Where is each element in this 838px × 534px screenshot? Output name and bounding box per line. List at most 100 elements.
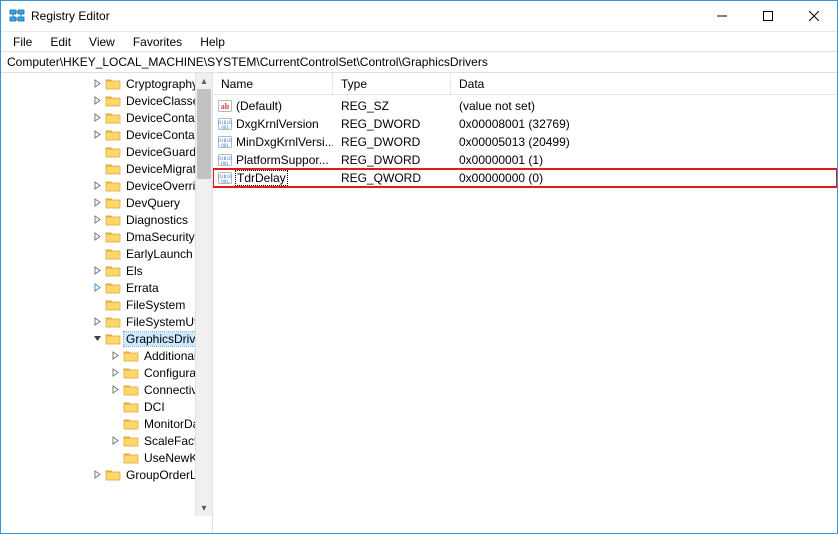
- column-headers: Name Type Data: [213, 73, 837, 95]
- folder-icon: [105, 298, 121, 312]
- svg-text:ab: ab: [221, 102, 230, 111]
- chevron-right-icon[interactable]: [91, 231, 103, 243]
- value-name-cell: 011110001TdrDelay: [213, 170, 333, 186]
- menu-edit[interactable]: Edit: [42, 34, 79, 50]
- tree-node-label: DeviceGuard: [124, 145, 198, 159]
- tree-node[interactable]: DeviceOverrides: [1, 177, 212, 194]
- scroll-thumb[interactable]: [197, 89, 211, 179]
- menu-favorites[interactable]: Favorites: [125, 34, 190, 50]
- scroll-up-arrow[interactable]: ▴: [196, 73, 212, 89]
- value-row[interactable]: 011110001TdrDelayREG_QWORD0x00000000 (0): [213, 169, 837, 187]
- address-bar[interactable]: Computer\HKEY_LOCAL_MACHINE\SYSTEM\Curre…: [1, 51, 837, 73]
- value-row[interactable]: ab(Default)REG_SZ(value not set): [213, 97, 837, 115]
- tree-node[interactable]: DCI: [1, 398, 212, 415]
- svg-text:001: 001: [221, 144, 229, 149]
- value-data-cell: 0x00000000 (0): [451, 171, 837, 185]
- regedit-icon: [9, 8, 25, 24]
- tree-node[interactable]: UseNewKey: [1, 449, 212, 466]
- chevron-right-icon[interactable]: [91, 197, 103, 209]
- tree-node[interactable]: DeviceContainers: [1, 109, 212, 126]
- folder-icon: [105, 468, 121, 482]
- tree-node[interactable]: FileSystem: [1, 296, 212, 313]
- tree-node[interactable]: Diagnostics: [1, 211, 212, 228]
- chevron-right-icon[interactable]: [91, 316, 103, 328]
- tree-node[interactable]: DeviceClasses: [1, 92, 212, 109]
- value-row[interactable]: 011110001PlatformSuppor... REG_DWORD0x000…: [213, 151, 837, 169]
- menu-help[interactable]: Help: [192, 34, 233, 50]
- menu-file[interactable]: File: [5, 34, 40, 50]
- folder-icon: [123, 383, 139, 397]
- chevron-right-icon[interactable]: [109, 384, 121, 396]
- menu-view[interactable]: View: [81, 34, 123, 50]
- value-data-cell: 0x00000001 (1): [451, 153, 837, 167]
- folder-icon: [105, 281, 121, 295]
- chevron-right-icon[interactable]: [91, 180, 103, 192]
- titlebar[interactable]: Registry Editor: [1, 1, 837, 31]
- tree-node[interactable]: DeviceMigration: [1, 160, 212, 177]
- chevron-down-icon[interactable]: [91, 333, 103, 345]
- chevron-right-icon[interactable]: [91, 214, 103, 226]
- tree-scroll[interactable]: CryptographyDeviceClassesDeviceContainer…: [1, 73, 212, 533]
- column-data[interactable]: Data: [451, 73, 837, 94]
- chevron-right-icon[interactable]: [109, 350, 121, 362]
- tree-node[interactable]: EarlyLaunch: [1, 245, 212, 262]
- tree-node[interactable]: AdditionalModeLists: [1, 347, 212, 364]
- svg-text:001: 001: [221, 180, 229, 185]
- chevron-right-icon[interactable]: [109, 367, 121, 379]
- tree-node[interactable]: Els: [1, 262, 212, 279]
- folder-icon: [105, 213, 121, 227]
- tree-node-label: EarlyLaunch: [124, 247, 195, 261]
- chevron-right-icon[interactable]: [109, 435, 121, 447]
- chevron-right-icon[interactable]: [91, 78, 103, 90]
- value-type-cell: REG_DWORD: [333, 153, 451, 167]
- tree-node-label: FileSystem: [124, 298, 187, 312]
- column-name[interactable]: Name: [213, 73, 333, 94]
- folder-icon: [123, 366, 139, 380]
- value-name-text: (Default): [236, 99, 282, 113]
- value-type-cell: REG_QWORD: [333, 171, 451, 185]
- tree-node[interactable]: ScaleFactors: [1, 432, 212, 449]
- value-type-cell: REG_SZ: [333, 99, 451, 113]
- minimize-button[interactable]: [699, 1, 745, 31]
- column-type[interactable]: Type: [333, 73, 451, 94]
- chevron-right-icon[interactable]: [91, 265, 103, 277]
- tree-node[interactable]: Errata: [1, 279, 212, 296]
- tree-node[interactable]: DeviceContainers: [1, 126, 212, 143]
- menubar: File Edit View Favorites Help: [1, 31, 837, 51]
- reg-binary-icon: 011110001: [217, 152, 233, 168]
- tree-vertical-scrollbar[interactable]: ▴ ▾: [195, 73, 212, 516]
- reg-string-icon: ab: [217, 98, 233, 114]
- folder-icon: [123, 349, 139, 363]
- value-name-text: MinDxgKrnlVersi...: [236, 135, 333, 149]
- tree-node[interactable]: Configuration: [1, 364, 212, 381]
- chevron-right-icon[interactable]: [91, 112, 103, 124]
- value-row[interactable]: 011110001MinDxgKrnlVersi...REG_DWORD0x00…: [213, 133, 837, 151]
- tree-node[interactable]: Cryptography: [1, 75, 212, 92]
- folder-icon: [105, 332, 121, 346]
- value-row[interactable]: 011110001DxgKrnlVersionREG_DWORD0x000080…: [213, 115, 837, 133]
- tree-node[interactable]: DmaSecurity: [1, 228, 212, 245]
- expander-none: [91, 146, 103, 158]
- tree-node[interactable]: GroupOrderList: [1, 466, 212, 483]
- maximize-button[interactable]: [745, 1, 791, 31]
- tree-node[interactable]: GraphicsDrivers: [1, 330, 212, 347]
- scroll-down-arrow[interactable]: ▾: [196, 500, 212, 516]
- folder-icon: [123, 434, 139, 448]
- close-button[interactable]: [791, 1, 837, 31]
- tree-node[interactable]: DevQuery: [1, 194, 212, 211]
- folder-icon: [123, 417, 139, 431]
- folder-icon: [105, 162, 121, 176]
- chevron-right-icon[interactable]: [91, 129, 103, 141]
- chevron-right-icon[interactable]: [91, 95, 103, 107]
- svg-text:001: 001: [221, 126, 229, 131]
- window-title: Registry Editor: [31, 9, 699, 23]
- tree-node[interactable]: Connectivity: [1, 381, 212, 398]
- tree-node[interactable]: FileSystemUtilities: [1, 313, 212, 330]
- tree-node[interactable]: MonitorDataStore: [1, 415, 212, 432]
- value-type-cell: REG_DWORD: [333, 135, 451, 149]
- value-name-text: PlatformSuppor...: [236, 153, 329, 167]
- folder-icon: [105, 264, 121, 278]
- chevron-right-icon[interactable]: [91, 469, 103, 481]
- chevron-right-icon[interactable]: [91, 282, 103, 294]
- tree-node[interactable]: DeviceGuard: [1, 143, 212, 160]
